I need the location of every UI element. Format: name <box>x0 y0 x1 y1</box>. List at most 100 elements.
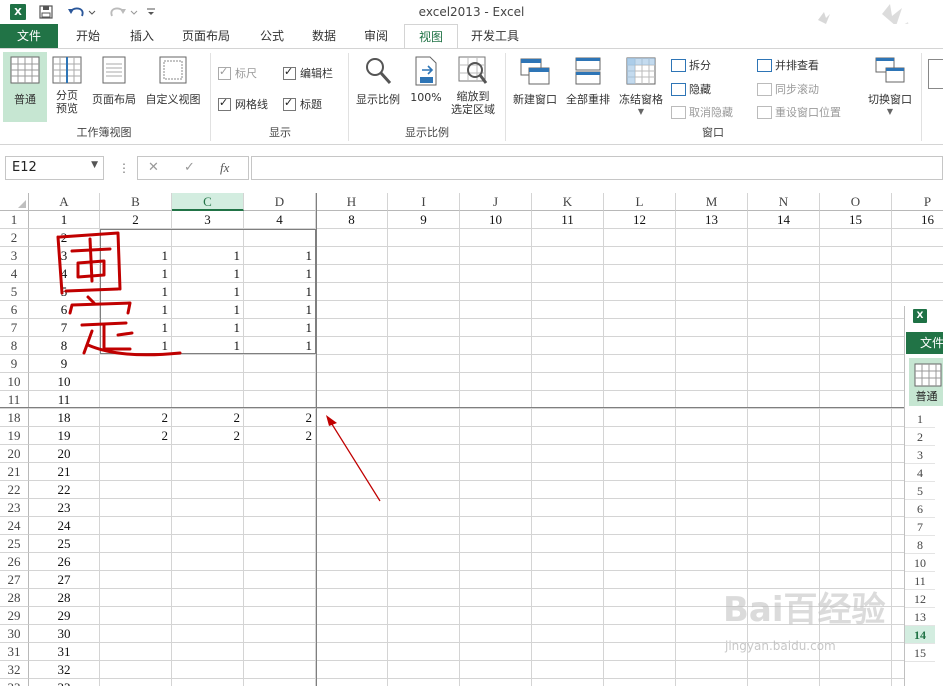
cell-O18[interactable] <box>820 409 892 427</box>
cell-J26[interactable] <box>460 553 532 571</box>
cell-D33[interactable] <box>244 679 316 686</box>
formula-input[interactable] <box>251 156 943 180</box>
cell-N7[interactable] <box>748 319 820 337</box>
column-header-O[interactable]: O <box>820 193 892 211</box>
split-button[interactable]: 拆分 <box>671 57 711 73</box>
cell-I33[interactable] <box>388 679 460 686</box>
row-header-28[interactable]: 28 <box>0 589 29 607</box>
cell-O4[interactable] <box>820 265 892 283</box>
cell-I31[interactable] <box>388 643 460 661</box>
cell-M9[interactable] <box>676 355 748 373</box>
cell-J18[interactable] <box>460 409 532 427</box>
cell-N27[interactable] <box>748 571 820 589</box>
cell-J9[interactable] <box>460 355 532 373</box>
cell-H29[interactable] <box>316 607 388 625</box>
cell-O9[interactable] <box>820 355 892 373</box>
name-box-dropdown-icon[interactable]: ▼ <box>91 160 98 170</box>
second-window-row-11[interactable]: 11 <box>905 572 935 590</box>
cell-P1[interactable]: 16 <box>892 211 943 229</box>
cell-P4[interactable] <box>892 265 943 283</box>
cell-L20[interactable] <box>604 445 676 463</box>
cell-M25[interactable] <box>676 535 748 553</box>
page-layout-view-button[interactable]: 页面布局 <box>88 52 140 122</box>
cell-N1[interactable]: 14 <box>748 211 820 229</box>
cell-M19[interactable] <box>676 427 748 445</box>
view-side-by-side-button[interactable]: 并排查看 <box>757 57 819 73</box>
cell-M28[interactable] <box>676 589 748 607</box>
cell-L22[interactable] <box>604 481 676 499</box>
second-window-row-2[interactable]: 2 <box>905 428 935 446</box>
second-excel-window[interactable]: X 文件 普通 1 2 3 4 5 6 7 8 10 11 12 13 14 15 <box>904 306 943 686</box>
cell-H28[interactable] <box>316 589 388 607</box>
cell-J8[interactable] <box>460 337 532 355</box>
cell-J5[interactable] <box>460 283 532 301</box>
cell-N5[interactable] <box>748 283 820 301</box>
tab-review[interactable]: 审阅 <box>350 24 402 48</box>
cell-D31[interactable] <box>244 643 316 661</box>
cell-D28[interactable] <box>244 589 316 607</box>
cell-I25[interactable] <box>388 535 460 553</box>
cell-K30[interactable] <box>532 625 604 643</box>
cell-P2[interactable] <box>892 229 943 247</box>
cell-O22[interactable] <box>820 481 892 499</box>
cell-A25[interactable]: 25 <box>29 535 100 553</box>
sync-scroll-button[interactable]: 同步滚动 <box>757 81 819 97</box>
cell-N28[interactable] <box>748 589 820 607</box>
cell-M2[interactable] <box>676 229 748 247</box>
cell-N6[interactable] <box>748 301 820 319</box>
cell-C28[interactable] <box>172 589 244 607</box>
cell-I32[interactable] <box>388 661 460 679</box>
cell-O3[interactable] <box>820 247 892 265</box>
cell-B31[interactable] <box>100 643 172 661</box>
page-break-preview-button[interactable]: 分页 预览 <box>48 52 86 122</box>
cell-B24[interactable] <box>100 517 172 535</box>
cell-B26[interactable] <box>100 553 172 571</box>
arrange-all-button[interactable]: 全部重排 <box>562 52 614 122</box>
cell-N2[interactable] <box>748 229 820 247</box>
cell-O5[interactable] <box>820 283 892 301</box>
cell-H30[interactable] <box>316 625 388 643</box>
cell-K20[interactable] <box>532 445 604 463</box>
cell-O7[interactable] <box>820 319 892 337</box>
cell-L9[interactable] <box>604 355 676 373</box>
formula-bar-checkbox[interactable]: 编辑栏 <box>283 65 333 81</box>
gridlines-checkbox[interactable]: 网格线 <box>218 96 268 112</box>
cell-O26[interactable] <box>820 553 892 571</box>
cell-K31[interactable] <box>532 643 604 661</box>
cell-O8[interactable] <box>820 337 892 355</box>
cell-L25[interactable] <box>604 535 676 553</box>
cell-I29[interactable] <box>388 607 460 625</box>
cell-N22[interactable] <box>748 481 820 499</box>
cell-K7[interactable] <box>532 319 604 337</box>
cell-D24[interactable] <box>244 517 316 535</box>
normal-view-button[interactable]: 普通 <box>3 52 47 122</box>
cell-N29[interactable] <box>748 607 820 625</box>
cell-D30[interactable] <box>244 625 316 643</box>
cell-L28[interactable] <box>604 589 676 607</box>
cell-D29[interactable] <box>244 607 316 625</box>
cell-K21[interactable] <box>532 463 604 481</box>
cell-A29[interactable]: 29 <box>29 607 100 625</box>
cell-K27[interactable] <box>532 571 604 589</box>
second-window-row-8[interactable]: 8 <box>905 536 935 554</box>
cell-P3[interactable] <box>892 247 943 265</box>
cell-M33[interactable] <box>676 679 748 686</box>
cell-L30[interactable] <box>604 625 676 643</box>
cell-N18[interactable] <box>748 409 820 427</box>
zoom-100-button[interactable]: 100% <box>406 52 446 122</box>
cell-J6[interactable] <box>460 301 532 319</box>
cell-N32[interactable] <box>748 661 820 679</box>
cell-B25[interactable] <box>100 535 172 553</box>
second-window-row-7[interactable]: 7 <box>905 518 935 536</box>
cell-J21[interactable] <box>460 463 532 481</box>
reset-window-position-button[interactable]: 重设窗口位置 <box>757 104 841 120</box>
tab-formulas[interactable]: 公式 <box>246 24 298 48</box>
cell-M29[interactable] <box>676 607 748 625</box>
second-window-row-4[interactable]: 4 <box>905 464 935 482</box>
tab-page-layout[interactable]: 页面布局 <box>172 24 240 48</box>
enter-icon[interactable]: ✓ <box>184 160 195 175</box>
row-header-30[interactable]: 30 <box>0 625 29 643</box>
freeze-panes-button[interactable]: 冻结窗格 ▼ <box>614 52 668 122</box>
column-header-M[interactable]: M <box>676 193 748 211</box>
cell-O27[interactable] <box>820 571 892 589</box>
